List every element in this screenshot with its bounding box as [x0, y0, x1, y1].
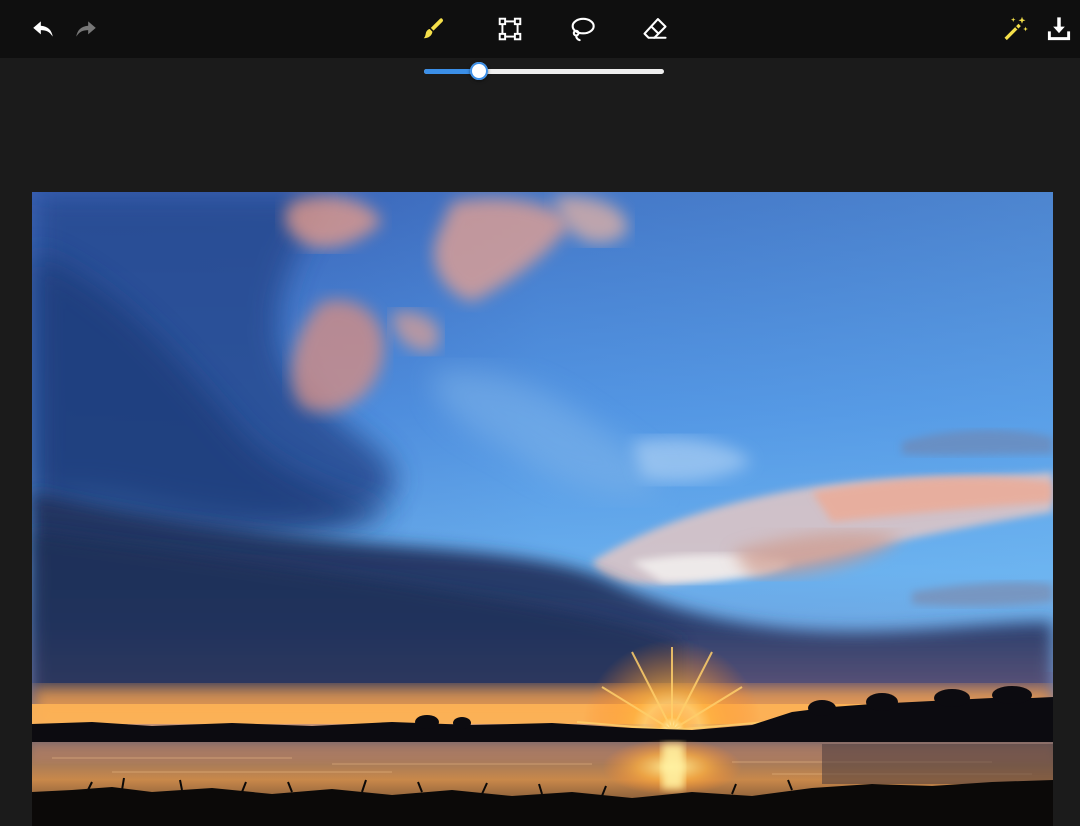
image-canvas[interactable]	[32, 192, 1053, 826]
undo-button[interactable]	[25, 11, 61, 47]
rect-select-icon	[497, 16, 523, 42]
magic-wand-icon	[1001, 15, 1029, 43]
slider-thumb[interactable]	[470, 62, 488, 80]
brush-icon	[420, 16, 446, 42]
eraser-icon	[641, 15, 669, 43]
download-button[interactable]	[1041, 11, 1077, 47]
redo-icon	[73, 16, 99, 42]
editor-app	[0, 0, 1080, 826]
rect-select-tool-button[interactable]	[492, 11, 528, 47]
sunset-over-lake-photo	[32, 192, 1053, 826]
lasso-tool-button[interactable]	[564, 11, 600, 47]
download-icon	[1045, 15, 1073, 43]
brush-tool-button[interactable]	[415, 11, 451, 47]
eraser-tool-button[interactable]	[637, 11, 673, 47]
brush-size-slider[interactable]	[424, 62, 664, 82]
top-toolbar	[0, 0, 1080, 58]
magic-wand-button[interactable]	[997, 11, 1033, 47]
lasso-icon	[568, 15, 596, 43]
undo-icon	[30, 16, 56, 42]
redo-button[interactable]	[68, 11, 104, 47]
